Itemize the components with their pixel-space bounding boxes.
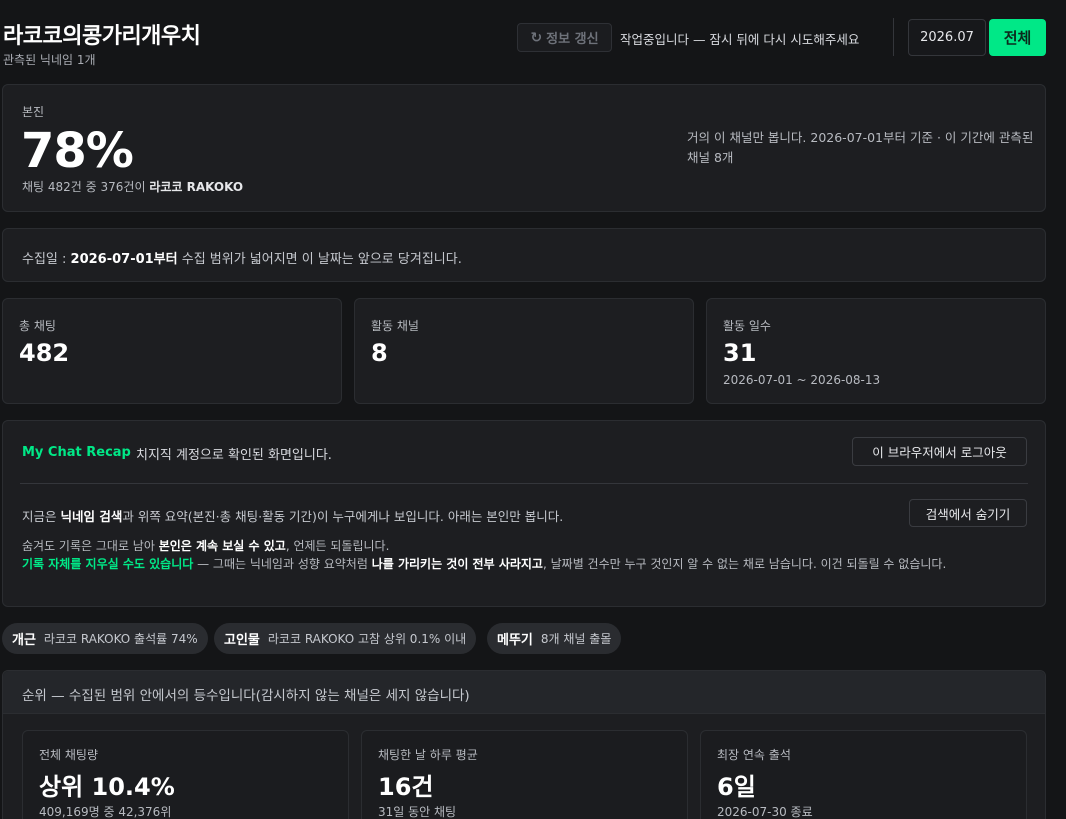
stat-value: 482 <box>19 339 70 367</box>
home-channel-card: 본진 78% 채팅 482건 중 376건이 라코코 RAKOKO 거의 이 채… <box>2 84 1046 212</box>
recap-text-bold: 본인은 계속 보실 수 있고 <box>158 539 286 553</box>
rank-value: 6일 <box>717 773 756 801</box>
collection-date-card: 수집일 : 2026-07-01부터 수집 범위가 넓어지면 이 날짜는 앞으로… <box>2 228 1046 282</box>
recap-text: — 그때는 닉네임과 성향 요약처럼 <box>193 557 372 571</box>
refresh-button[interactable]: ↻ 정보 갱신 <box>517 23 612 52</box>
home-channel-name: 라코코 RAKOKO <box>149 180 244 194</box>
rank-label: 전체 채팅량 <box>39 748 99 762</box>
all-button[interactable]: 전체 <box>989 19 1046 56</box>
home-channel-detail: 채팅 482건 중 376건이 라코코 RAKOKO <box>22 178 243 195</box>
collection-prefix: 수집일 : <box>22 252 71 267</box>
recap-text: 과 위쪽 요약(본진·총 채팅·활동 기간)이 누구에게나 보입니다. 아래는 … <box>122 509 564 524</box>
rank-item-daily-average: 채팅한 날 하루 평균 16건 31일 동안 채팅 <box>361 730 688 819</box>
page-title: 라코코의콩가리개우치 <box>3 24 201 49</box>
stat-card-total-chats: 총 채팅 482 <box>2 298 342 404</box>
badge-desc: 라코코 RAKOKO 고참 상위 0.1% 이내 <box>267 632 467 646</box>
collection-date-text: 수집일 : 2026-07-01부터 수집 범위가 넓어지면 이 날짜는 앞으로… <box>22 248 462 267</box>
recap-visibility-text: 지금은 닉네임 검색과 위쪽 요약(본진·총 채팅·활동 기간)이 누구에게나 … <box>22 506 563 525</box>
collection-date: 2026-07-01부터 <box>70 252 178 267</box>
delete-records-link[interactable]: 기록 자체를 지우실 수도 있습니다 <box>22 557 193 571</box>
hide-from-search-button[interactable]: 검색에서 숨기기 <box>909 499 1027 527</box>
rank-sub: 2026-07-30 종료 <box>717 805 813 819</box>
stat-date-range: 2026-07-01 ~ 2026-08-13 <box>723 373 881 387</box>
refresh-label: 정보 갱신 <box>546 32 599 47</box>
stat-value: 8 <box>371 339 388 367</box>
home-channel-detail-text: 채팅 482건 중 376건이 <box>22 180 150 194</box>
page-header: 라코코의콩가리개우치 관측된 닉네임 1개 ↻ 정보 갱신 작업중입니다 — 잠… <box>0 0 1066 72</box>
rank-sub: 31일 동안 채팅 <box>378 805 457 819</box>
badge-hopper: 메뚜기 8개 채널 출몰 <box>487 623 622 654</box>
badge-title: 고인물 <box>224 633 260 648</box>
stat-label: 활동 채널 <box>371 319 419 333</box>
rank-label: 채팅한 날 하루 평균 <box>378 748 478 762</box>
status-message: 작업중입니다 — 잠시 뒤에 다시 시도해주세요 <box>620 32 860 47</box>
ranking-heading: 순위 — 수집된 범위 안에서의 등수입니다(감시하지 않는 채널은 세지 않습… <box>22 688 470 704</box>
ranking-header: 순위 — 수집된 범위 안에서의 등수입니다(감시하지 않는 채널은 세지 않습… <box>3 671 1045 714</box>
badge-veteran: 고인물 라코코 RAKOKO 고참 상위 0.1% 이내 <box>214 623 477 654</box>
badge-title: 개근 <box>12 633 36 648</box>
badge-title: 메뚜기 <box>497 633 533 648</box>
recap-text: 지금은 <box>22 509 61 524</box>
recap-text-bold: 닉네임 검색 <box>60 509 123 524</box>
rank-value: 상위 10.4% <box>39 773 175 801</box>
badge-attendance: 개근 라코코 RAKOKO 출석률 74% <box>2 623 208 654</box>
recap-divider <box>20 483 1028 484</box>
badge-desc: 라코코 RAKOKO 출석률 74% <box>43 632 198 646</box>
home-channel-percent: 78% <box>21 123 134 179</box>
badge-desc: 8개 채널 출몰 <box>540 632 612 646</box>
stat-value: 31 <box>723 339 757 367</box>
recap-description: 치지직 계정으로 확인된 화면입니다. <box>136 448 332 463</box>
nickname-count: 관측된 닉네임 1개 <box>3 53 96 67</box>
rank-item-longest-streak: 최장 연속 출석 6일 2026-07-30 종료 <box>700 730 1027 819</box>
recap-brand: My Chat Recap <box>22 445 131 460</box>
stat-card-active-days: 활동 일수 31 2026-07-01 ~ 2026-08-13 <box>706 298 1046 404</box>
recap-text: , 날짜별 건수만 누구 것인지 알 수 없는 채로 남습니다. 이건 되돌릴 … <box>542 557 947 571</box>
month-selector[interactable]: 2026.07 <box>908 19 986 56</box>
recap-text: , 언제든 되돌립니다. <box>285 539 390 553</box>
stat-label: 활동 일수 <box>723 319 771 333</box>
rank-item-total-chats: 전체 채팅량 상위 10.4% 409,169명 중 42,376위 <box>22 730 349 819</box>
logout-button[interactable]: 이 브라우저에서 로그아웃 <box>852 437 1027 466</box>
rank-sub: 409,169명 중 42,376위 <box>39 805 172 819</box>
home-channel-label: 본진 <box>22 105 45 119</box>
ranking-card: 순위 — 수집된 범위 안에서의 등수입니다(감시하지 않는 채널은 세지 않습… <box>2 670 1046 819</box>
recap-delete-note: 기록 자체를 지우실 수도 있습니다 — 그때는 닉네임과 성향 요약처럼 나를… <box>22 555 1027 573</box>
stat-card-active-channels: 활동 채널 8 <box>354 298 694 404</box>
header-divider <box>893 18 894 56</box>
rank-value: 16건 <box>378 773 434 801</box>
recap-text: 숨겨도 기록은 그대로 남아 <box>22 539 159 553</box>
rank-label: 최장 연속 출석 <box>717 748 791 762</box>
recap-hide-note: 숨겨도 기록은 그대로 남아 본인은 계속 보실 수 있고, 언제든 되돌립니다… <box>22 537 389 554</box>
collection-suffix: 수집 범위가 넓어지면 이 날짜는 앞으로 당겨집니다. <box>177 252 462 267</box>
recap-card: My Chat Recap 치지직 계정으로 확인된 화면입니다. 이 브라우저… <box>2 420 1046 607</box>
refresh-icon: ↻ <box>530 29 543 46</box>
recap-text-bold: 나를 가리키는 것이 전부 사라지고 <box>371 557 543 571</box>
home-channel-note: 거의 이 채널만 봅니다. 2026-07-01부터 기준 · 이 기간에 관측… <box>687 130 1034 165</box>
stat-label: 총 채팅 <box>19 319 56 333</box>
